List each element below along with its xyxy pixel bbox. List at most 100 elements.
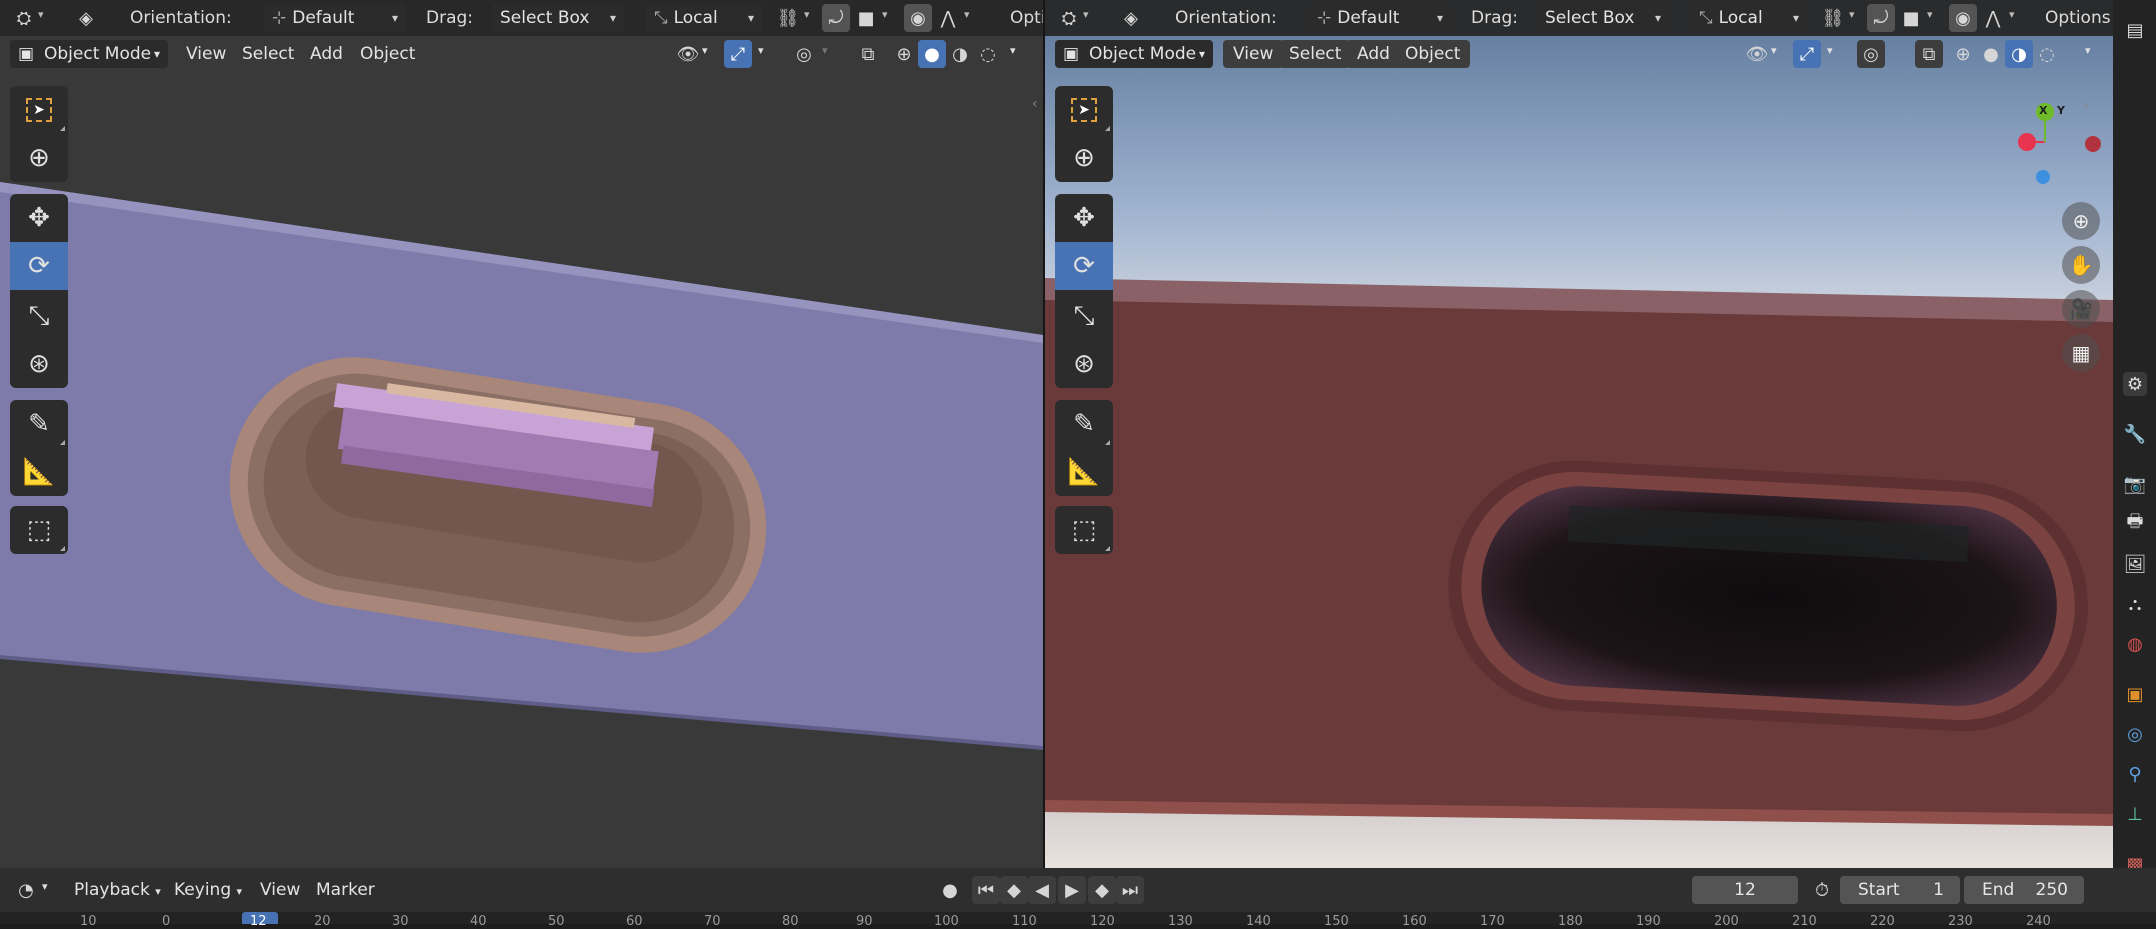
drag-dropdown[interactable]: Select Box ▾ (492, 4, 624, 32)
scale-tool[interactable]: ⤡ (1055, 292, 1113, 340)
options-menu[interactable]: Opti (1010, 8, 1043, 28)
xray-icon[interactable]: ⧉ (1915, 40, 1943, 68)
output-tab-icon[interactable]: 🖶 (2123, 511, 2147, 536)
tool-tab-icon[interactable]: 🔧 (2123, 422, 2147, 446)
object-tab-icon[interactable]: ▣ (2123, 682, 2147, 706)
object-menu[interactable]: Object (1395, 40, 1471, 68)
sidebar-toggle-icon[interactable]: ‹ (1032, 96, 1038, 112)
wireframe-shading-icon[interactable]: ⊕ (1949, 40, 1977, 68)
scene-tab-icon[interactable]: ⛬ (2123, 592, 2147, 616)
constraints-tab-icon[interactable]: ⚲ (2123, 762, 2147, 786)
material-shading-icon[interactable]: ◑ (946, 40, 974, 68)
select-menu[interactable]: Select (232, 40, 304, 68)
snap-icon[interactable]: ⛓ (774, 4, 802, 32)
add-cube-tool[interactable]: ⬚ (10, 506, 68, 554)
world-tab-icon[interactable]: ◍ (2123, 632, 2147, 656)
data-tab-icon[interactable]: ⊥ (2123, 802, 2147, 826)
stopwatch-icon[interactable]: ⏱ (1808, 876, 1836, 904)
xray-icon[interactable]: ⧉ (854, 40, 882, 68)
measure-tool[interactable]: 📐 (1055, 448, 1113, 496)
marker-menu[interactable]: Marker (306, 876, 385, 904)
current-frame-field[interactable]: 12 (1692, 876, 1798, 904)
add-menu[interactable]: Add (1347, 40, 1400, 68)
gizmo-toggle-icon[interactable]: ⤢ (1793, 40, 1821, 68)
playback-menu[interactable]: Playback ▾ (64, 876, 171, 904)
orientation-dropdown[interactable]: ⊹ Default ▾ (1309, 4, 1451, 32)
object-mode-dropdown[interactable]: ▣ Object Mode ▾ (1055, 40, 1213, 68)
proportional-edit-icon[interactable]: ◉ (1949, 4, 1977, 32)
editor-type-icon[interactable]: ⛭ (1055, 4, 1083, 32)
snap-toggle-icon[interactable]: ⤾ (822, 4, 850, 32)
physics-tab-icon[interactable]: ◎ (2123, 722, 2147, 746)
tool-settings-icon[interactable]: ⚙ (2123, 372, 2147, 396)
viewport-right[interactable]: ⛭ ▾ ◈ Orientation: ⊹ Default ▾ Drag: Selec… (1045, 0, 2113, 868)
timeline-view-menu[interactable]: View (250, 876, 310, 904)
editor-type-icon[interactable]: ⛭ (10, 4, 38, 32)
properties-editor-icon[interactable]: ▤ (2123, 18, 2147, 42)
scale-tool[interactable]: ⤡ (10, 292, 68, 340)
wireframe-shading-icon[interactable]: ⊕ (890, 40, 918, 68)
record-icon[interactable]: ● (936, 876, 964, 904)
perspective-grid-icon[interactable]: ▦ (2062, 334, 2100, 372)
view-menu[interactable]: View (1223, 40, 1284, 68)
visibility-icon[interactable]: 👁 (674, 40, 702, 68)
select-menu[interactable]: Select (1279, 40, 1352, 68)
annotate-tool[interactable]: ✎ (1055, 400, 1113, 448)
pan-hand-icon[interactable]: ✋ (2062, 246, 2100, 284)
move-tool[interactable]: ✥ (1055, 194, 1113, 242)
falloff-icon[interactable]: ⋀ (934, 4, 962, 32)
start-frame-field[interactable]: Start 1 (1840, 876, 1960, 904)
end-frame-field[interactable]: End 250 (1964, 876, 2084, 904)
add-menu[interactable]: Add (300, 40, 353, 68)
orientation-dropdown[interactable]: ⊹ Default ▾ (264, 4, 406, 32)
options-menu[interactable]: Options (2045, 8, 2111, 28)
zoom-icon[interactable]: ⊕ (2062, 202, 2100, 240)
object-menu[interactable]: Object (350, 40, 425, 68)
rendered-shading-icon[interactable]: ◌ (2033, 40, 2061, 68)
pivot-dropdown[interactable]: ⤡ Local ▾ (646, 4, 762, 32)
overlays-icon[interactable]: ◎ (790, 40, 818, 68)
rendered-shading-icon[interactable]: ◌ (974, 40, 1002, 68)
viewport-left[interactable]: ⛭ ▾ ◈ Orientation: ⊹ Default ▾ Drag: Selec… (0, 0, 1043, 868)
cursor-tool[interactable]: ⊕ (10, 134, 68, 182)
measure-tool[interactable]: 📐 (10, 448, 68, 496)
overlays-icon[interactable]: ◎ (1857, 40, 1885, 68)
camera-view-icon[interactable]: 🎥 (2062, 290, 2100, 328)
play-icon[interactable]: ▶ (1058, 876, 1086, 904)
transform-tool[interactable]: ⊛ (10, 340, 68, 388)
object-mode-dropdown[interactable]: ▣ Object Mode ▾ (10, 40, 168, 68)
transform-gizmo-icon[interactable]: ◈ (1117, 4, 1145, 32)
proportional-edit-icon[interactable]: ◉ (904, 4, 932, 32)
editor-type-clock-icon[interactable]: ◔ (12, 876, 40, 904)
solid-shading-icon[interactable]: ● (918, 40, 946, 68)
cursor-tool[interactable]: ⊕ (1055, 134, 1113, 182)
gizmo-toggle-icon[interactable]: ⤢ (724, 40, 752, 68)
prev-keyframe-icon[interactable]: ◆ (1000, 876, 1028, 904)
rotate-tool[interactable]: ⟳ (10, 242, 68, 290)
transform-tool[interactable]: ⊛ (1055, 340, 1113, 388)
next-keyframe-icon[interactable]: ◆ (1088, 876, 1116, 904)
view-menu[interactable]: View (176, 40, 236, 68)
falloff-icon[interactable]: ⋀ (1979, 4, 2007, 32)
solid-shading-icon[interactable]: ● (1977, 40, 2005, 68)
select-box-tool[interactable]: ➤ (1055, 86, 1113, 134)
pivot-dropdown[interactable]: ⤡ Local ▾ (1691, 4, 1807, 32)
snap-target-icon[interactable]: ■ (1897, 4, 1925, 32)
material-shading-icon[interactable]: ◑ (2005, 40, 2033, 68)
keying-menu[interactable]: Keying ▾ (164, 876, 252, 904)
jump-end-icon[interactable]: ⏭ (1116, 876, 1144, 904)
play-reverse-icon[interactable]: ◀ (1028, 876, 1056, 904)
transform-gizmo-icon[interactable]: ◈ (72, 4, 100, 32)
snap-toggle-icon[interactable]: ⤾ (1867, 4, 1895, 32)
add-cube-tool[interactable]: ⬚ (1055, 506, 1113, 554)
view-layer-tab-icon[interactable]: 🖼 (2123, 552, 2147, 576)
snap-icon[interactable]: ⛓ (1819, 4, 1847, 32)
sidebar-toggle-icon[interactable]: ‹ (2083, 98, 2089, 114)
jump-start-icon[interactable]: ⏮ (972, 876, 1000, 904)
drag-dropdown[interactable]: Select Box ▾ (1537, 4, 1669, 32)
select-box-tool[interactable]: ➤ (10, 86, 68, 134)
annotate-tool[interactable]: ✎ (10, 400, 68, 448)
render-tab-icon[interactable]: 📷 (2123, 472, 2147, 496)
rotate-tool[interactable]: ⟳ (1055, 242, 1113, 290)
snap-target-icon[interactable]: ■ (852, 4, 880, 32)
